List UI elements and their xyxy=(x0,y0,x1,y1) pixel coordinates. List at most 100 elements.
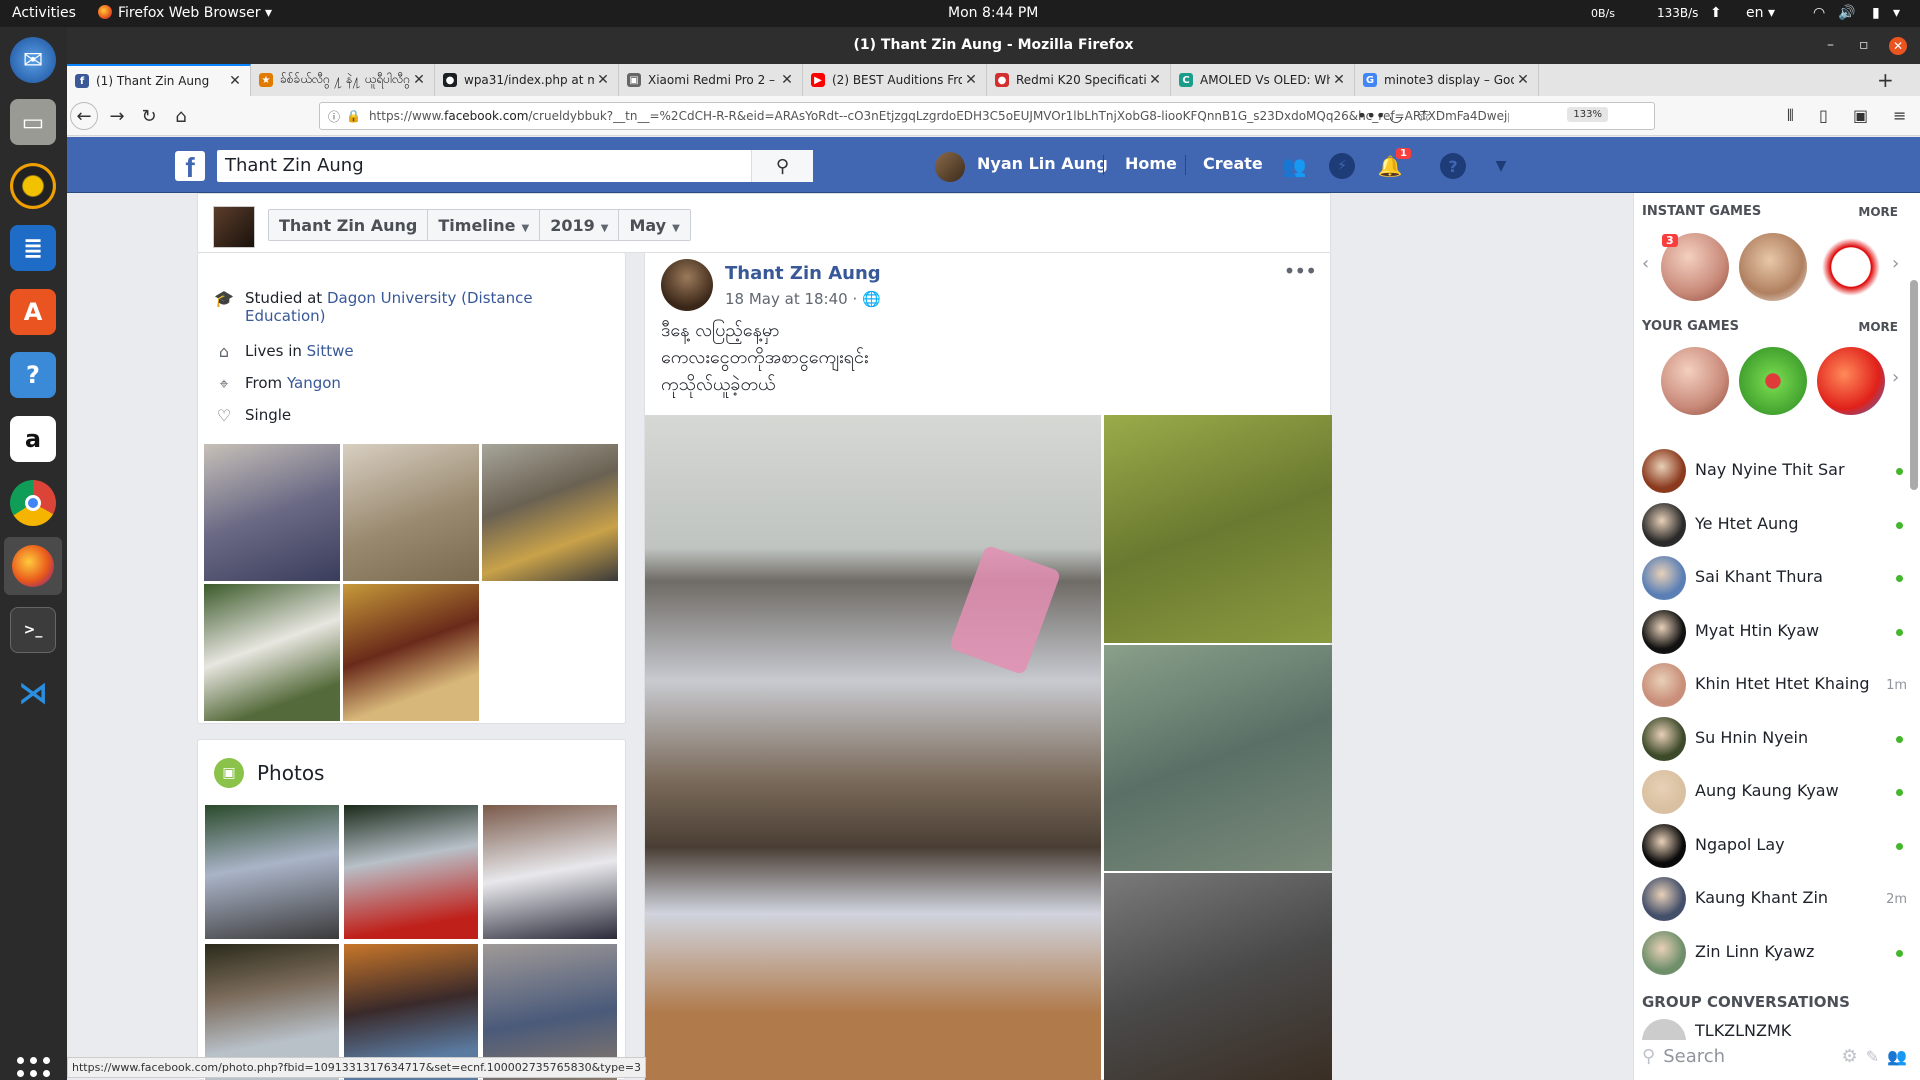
bookmark-star-icon[interactable]: ☆ xyxy=(1417,106,1431,125)
info-icon[interactable]: ⓘ xyxy=(328,108,340,125)
minimize-icon[interactable]: – xyxy=(1827,27,1834,64)
language-indicator[interactable]: en ▾ xyxy=(1746,5,1775,21)
browser-tab[interactable]: ▶ (2) BEST Auditions From Ame✕ xyxy=(803,64,987,96)
browser-tab[interactable]: ● wpa31/index.php at master✕ xyxy=(435,64,619,96)
amazon-icon[interactable]: a xyxy=(10,416,56,462)
rhythmbox-icon[interactable] xyxy=(10,163,56,209)
year-dropdown[interactable]: 2019 ▼ xyxy=(540,210,620,240)
browser-tab[interactable]: ● Redmi K20 Specifications Lea✕ xyxy=(987,64,1171,96)
sidebar-icon[interactable]: ▯ xyxy=(1819,106,1828,125)
writer-icon[interactable]: ≣ xyxy=(10,225,56,271)
featured-photo[interactable] xyxy=(481,443,619,582)
home-button[interactable]: ⌂ xyxy=(167,102,195,130)
timeline-dropdown[interactable]: Timeline ▼ xyxy=(428,210,541,240)
user-avatar[interactable] xyxy=(935,152,965,182)
month-dropdown[interactable]: May ▼ xyxy=(619,210,689,240)
browser-tab[interactable]: C AMOLED Vs OLED: Which is Be✕ xyxy=(1171,64,1355,96)
close-window-icon[interactable]: ✕ xyxy=(1889,37,1907,55)
photos-title[interactable]: Photos xyxy=(257,761,324,785)
post-photo-crocodiles-2[interactable] xyxy=(1104,645,1332,871)
your-games-more-link[interactable]: MORE xyxy=(1858,320,1898,334)
zoom-level[interactable]: 133% xyxy=(1567,107,1608,122)
battery-icon[interactable]: ▮ xyxy=(1872,5,1880,21)
browser-tab[interactable]: ▣ Xiaomi Redmi Pro 2 – Full ph✕ xyxy=(619,64,803,96)
contact-item[interactable]: Ngapol Lay xyxy=(1642,823,1907,868)
friend-requests-icon[interactable]: 👥 xyxy=(1280,152,1308,180)
instant-games-more-link[interactable]: MORE xyxy=(1858,205,1898,219)
reload-button[interactable]: ↻ xyxy=(135,102,163,130)
post-photo-crocodiles-3[interactable] xyxy=(1104,873,1332,1080)
featured-photo[interactable] xyxy=(203,583,341,722)
tab-close-icon[interactable]: ✕ xyxy=(594,72,612,88)
page-scrollbar[interactable] xyxy=(1910,280,1918,490)
lives-link[interactable]: Sittwe xyxy=(307,342,354,360)
contact-item[interactable]: Nay Nyine Thit Sar xyxy=(1642,449,1907,493)
from-link[interactable]: Yangon xyxy=(287,374,341,392)
facebook-search-input[interactable]: Thant Zin Aung xyxy=(217,150,813,182)
post-timestamp[interactable]: 18 May at 18:40 · 🌐 xyxy=(725,290,881,308)
show-applications-icon[interactable] xyxy=(17,1057,50,1080)
facebook-logo-icon[interactable]: f xyxy=(175,151,205,183)
photo-thumbnail[interactable] xyxy=(482,804,618,940)
software-center-icon[interactable]: A xyxy=(10,289,56,335)
new-message-icon[interactable]: ✎ xyxy=(1866,1047,1879,1066)
system-menu-icon[interactable]: ▾ xyxy=(1893,5,1900,21)
url-bar[interactable]: ⓘ 🔒 https://www.facebook.com/crueldybbuk… xyxy=(319,102,1655,130)
library-icon[interactable]: ⫴ xyxy=(1787,106,1794,126)
extension-icon[interactable]: ▣ xyxy=(1853,106,1868,125)
back-button[interactable]: ← xyxy=(70,102,98,130)
contact-item[interactable]: Khin Htet Htet Khaing 1m xyxy=(1642,663,1907,707)
app-menu[interactable]: Firefox Web Browser ▾ xyxy=(98,5,272,21)
contact-item[interactable]: Ye Htet Aung xyxy=(1642,502,1907,547)
files-icon[interactable]: ▭ xyxy=(10,99,56,145)
photo-thumbnail[interactable] xyxy=(204,804,340,940)
thunderbird-icon[interactable]: ✉ xyxy=(10,37,56,83)
featured-photo[interactable] xyxy=(203,443,341,582)
tab-close-icon[interactable]: ✕ xyxy=(410,72,428,88)
user-profile-link[interactable]: Nyan Lin Aung xyxy=(977,154,1108,173)
settings-gear-icon[interactable]: ⚙ xyxy=(1842,1046,1858,1067)
profile-thumbnail[interactable] xyxy=(213,206,255,248)
game-instant-2[interactable] xyxy=(1739,233,1807,301)
firefox-dock-icon[interactable] xyxy=(4,537,62,595)
chat-search-input[interactable]: Search xyxy=(1663,1046,1725,1067)
browser-tab[interactable]: f (1) Thant Zin Aung ✕ xyxy=(67,64,251,96)
tab-close-icon[interactable]: ✕ xyxy=(1514,72,1532,88)
search-icon[interactable]: ⚲ xyxy=(751,150,813,182)
breadcrumb-name[interactable]: Thant Zin Aung xyxy=(269,210,429,240)
account-dropdown-icon[interactable]: ▼ xyxy=(1487,152,1515,180)
photo-thumbnail[interactable] xyxy=(343,804,479,940)
your-game-2[interactable] xyxy=(1739,347,1807,415)
post-photo-main[interactable] xyxy=(645,415,1101,1080)
tab-close-icon[interactable]: ✕ xyxy=(778,72,796,88)
messenger-icon[interactable]: ⚡ xyxy=(1329,153,1355,179)
forward-button[interactable]: → xyxy=(103,102,131,130)
chevron-left-icon[interactable]: ‹ xyxy=(1642,253,1649,274)
post-author-avatar[interactable] xyxy=(661,259,713,311)
url-text[interactable]: https://www.facebook.com/crueldybbuk?__t… xyxy=(369,109,1509,123)
terminal-icon[interactable]: >_ xyxy=(10,607,56,653)
chevron-right-icon[interactable]: › xyxy=(1892,367,1899,388)
post-photo-crocodiles-1[interactable] xyxy=(1104,415,1332,643)
chat-search[interactable]: ⚲ Search ⚙ ✎ 👥 xyxy=(1642,1040,1907,1072)
your-game-candy[interactable] xyxy=(1817,347,1885,415)
page-actions-icon[interactable]: ••• xyxy=(1357,106,1385,125)
home-link[interactable]: Home xyxy=(1125,154,1177,173)
chevron-right-icon[interactable]: › xyxy=(1892,253,1899,274)
new-tab-button[interactable]: + xyxy=(1877,68,1894,92)
contact-item[interactable]: Zin Linn Kyawz xyxy=(1642,930,1907,975)
tab-close-icon[interactable]: ✕ xyxy=(962,72,980,88)
post-author-name[interactable]: Thant Zin Aung xyxy=(725,263,881,284)
menu-icon[interactable]: ≡ xyxy=(1893,106,1906,125)
wifi-icon[interactable]: ◠ xyxy=(1813,5,1825,21)
your-game-1[interactable] xyxy=(1661,347,1729,415)
tab-close-icon[interactable]: ✕ xyxy=(226,73,244,89)
tab-close-icon[interactable]: ✕ xyxy=(1330,72,1348,88)
contact-item[interactable]: Su Hnin Nyein xyxy=(1642,716,1907,761)
featured-photo[interactable] xyxy=(342,443,480,582)
post-options-icon[interactable]: ••• xyxy=(1284,259,1317,283)
vscode-icon[interactable]: ⋊ xyxy=(10,670,56,716)
contact-item[interactable]: Myat Htin Kyaw xyxy=(1642,609,1907,654)
volume-icon[interactable]: 🔊 xyxy=(1838,5,1855,21)
help-question-icon[interactable]: ? xyxy=(1440,153,1466,179)
